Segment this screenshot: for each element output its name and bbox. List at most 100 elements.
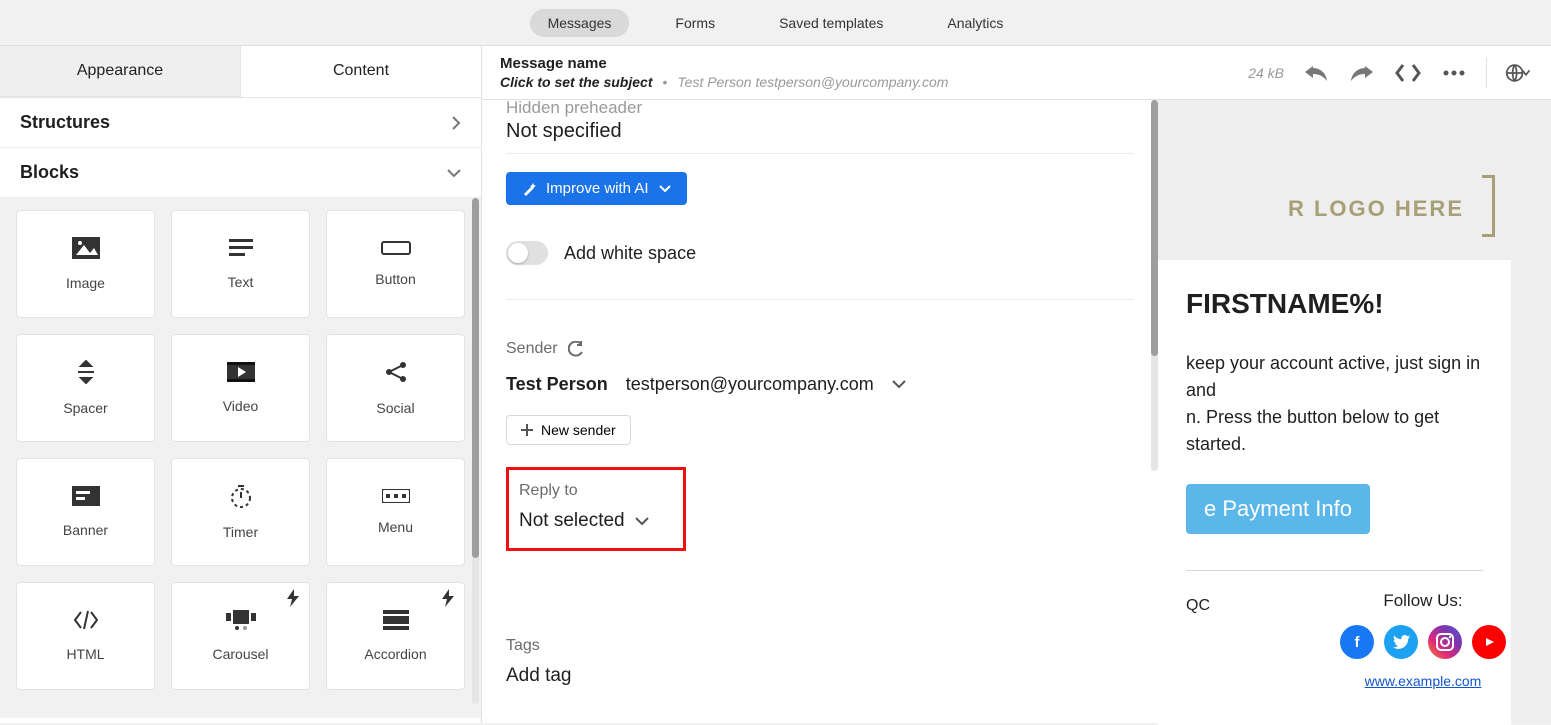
button-icon	[381, 241, 411, 255]
sender-name: Test Person	[506, 374, 608, 395]
timer-icon	[229, 484, 253, 508]
section-structures-label: Structures	[20, 112, 110, 133]
tab-forms[interactable]: Forms	[657, 9, 733, 37]
block-social-label: Social	[376, 400, 414, 416]
preview-cta-button[interactable]: e Payment Info	[1186, 484, 1370, 534]
block-video[interactable]: Video	[171, 334, 310, 442]
reply-to-label: Reply to	[519, 482, 673, 500]
bracket-icon	[1472, 175, 1495, 243]
youtube-icon[interactable]	[1472, 625, 1506, 659]
tab-analytics[interactable]: Analytics	[929, 9, 1021, 37]
add-tag-input[interactable]: Add tag	[506, 665, 1134, 687]
blocks-grid: Image Text Button	[0, 198, 481, 718]
sidebar: Appearance Content Structures Blocks Ima…	[0, 46, 482, 723]
redo-button[interactable]	[1348, 59, 1376, 87]
chevron-down-icon	[635, 517, 649, 526]
toolbar-separator	[1486, 58, 1487, 88]
follow-us-label: Follow Us:	[1340, 591, 1506, 611]
block-menu[interactable]: Menu	[326, 458, 465, 566]
undo-button[interactable]	[1302, 59, 1330, 87]
blocks-scrollbar-thumb[interactable]	[472, 198, 479, 558]
settings-panel: Hidden preheader Not specified Improve w…	[482, 100, 1158, 723]
facebook-icon[interactable]: f	[1340, 625, 1374, 659]
website-link[interactable]: www.example.com	[1365, 673, 1482, 689]
block-spacer[interactable]: Spacer	[16, 334, 155, 442]
lightning-icon	[287, 589, 299, 607]
block-social[interactable]: Social	[326, 334, 465, 442]
refresh-icon[interactable]	[568, 341, 584, 357]
language-button[interactable]	[1505, 59, 1533, 87]
test-sender-label: Test Person testperson@yourcompany.com	[677, 74, 948, 90]
sender-section-label: Sender	[506, 340, 1134, 358]
block-button-label: Button	[375, 271, 415, 287]
settings-scrollbar-thumb[interactable]	[1151, 100, 1158, 356]
block-image[interactable]: Image	[16, 210, 155, 318]
preview-divider	[1186, 570, 1483, 571]
logo-placeholder-text: R LOGO HERE	[1288, 196, 1464, 222]
logo-placeholder[interactable]: R LOGO HERE	[1288, 175, 1495, 243]
block-html-label: HTML	[66, 646, 104, 662]
block-text-label: Text	[228, 274, 254, 290]
top-nav: Messages Forms Saved templates Analytics	[0, 0, 1551, 46]
text-icon	[229, 238, 253, 258]
section-blocks-label: Blocks	[20, 162, 79, 183]
chevron-down-icon	[659, 185, 671, 193]
editor-toolbar: Message name Click to set the subject • …	[482, 46, 1551, 100]
more-menu-button[interactable]	[1440, 59, 1468, 87]
accordion-icon	[383, 610, 409, 630]
block-accordion[interactable]: Accordion	[326, 582, 465, 690]
block-carousel[interactable]: Carousel	[171, 582, 310, 690]
block-image-label: Image	[66, 275, 105, 291]
chevron-down-icon	[447, 168, 461, 178]
hidden-preheader-value[interactable]: Not specified	[506, 120, 1134, 154]
block-html[interactable]: HTML	[16, 582, 155, 690]
instagram-icon[interactable]	[1428, 625, 1462, 659]
new-sender-label: New sender	[541, 422, 616, 438]
block-menu-label: Menu	[378, 519, 413, 535]
reply-to-dropdown[interactable]: Not selected	[519, 510, 673, 532]
sender-dropdown[interactable]: Test Person testperson@yourcompany.com	[506, 374, 1134, 395]
chevron-down-icon	[892, 380, 906, 389]
chevron-right-icon	[451, 116, 461, 130]
image-icon	[72, 237, 100, 259]
section-structures[interactable]: Structures	[0, 98, 481, 148]
block-timer-label: Timer	[223, 524, 258, 540]
message-name-label[interactable]: Message name	[500, 55, 948, 72]
menu-icon	[382, 489, 410, 503]
file-size: 24 kB	[1248, 65, 1284, 81]
spacer-icon	[76, 360, 96, 384]
reply-to-highlight: Reply to Not selected	[506, 467, 686, 551]
banner-icon	[72, 486, 100, 506]
twitter-icon[interactable]	[1384, 625, 1418, 659]
sidebar-tab-appearance[interactable]: Appearance	[0, 46, 241, 97]
block-text[interactable]: Text	[171, 210, 310, 318]
add-white-space-toggle[interactable]	[506, 241, 548, 265]
preview-body: keep your account active, just sign in a…	[1186, 350, 1483, 458]
sidebar-tab-content[interactable]: Content	[241, 46, 481, 97]
carousel-icon	[226, 610, 256, 630]
block-button[interactable]: Button	[326, 210, 465, 318]
code-view-button[interactable]	[1394, 59, 1422, 87]
block-banner-label: Banner	[63, 522, 108, 538]
preview-greeting: FIRSTNAME%!	[1186, 288, 1483, 320]
block-video-label: Video	[223, 398, 259, 414]
tab-messages[interactable]: Messages	[530, 9, 630, 37]
subject-placeholder[interactable]: Click to set the subject	[500, 74, 652, 90]
new-sender-button[interactable]: New sender	[506, 415, 631, 445]
lightning-icon	[442, 589, 454, 607]
tab-saved-templates[interactable]: Saved templates	[761, 9, 901, 37]
editor: Message name Click to set the subject • …	[482, 46, 1551, 723]
wand-icon	[522, 182, 536, 196]
improve-with-ai-button[interactable]: Improve with AI	[506, 172, 687, 205]
add-white-space-label: Add white space	[564, 243, 696, 264]
block-banner[interactable]: Banner	[16, 458, 155, 566]
preview-address: QC	[1186, 597, 1210, 615]
share-icon	[384, 360, 408, 384]
plus-icon	[521, 424, 533, 436]
separator-dot: •	[662, 74, 667, 90]
block-timer[interactable]: Timer	[171, 458, 310, 566]
section-blocks[interactable]: Blocks	[0, 148, 481, 198]
tags-label: Tags	[506, 637, 1134, 655]
block-spacer-label: Spacer	[63, 400, 107, 416]
sender-email: testperson@yourcompany.com	[626, 374, 874, 395]
